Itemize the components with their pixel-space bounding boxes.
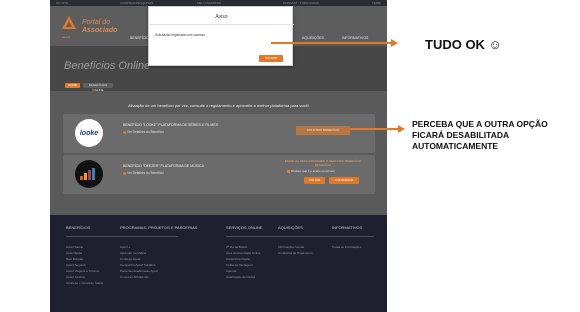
stage: NO SITE COMPRAS/PESQUISAS MEU CADASTRO P… — [0, 0, 580, 312]
footer-heading: PROGRAMAS, PROJETOS E PARCERIAS — [120, 225, 198, 230]
footer-divider — [278, 236, 336, 237]
plus-icon — [123, 171, 126, 175]
logo-text-line1: Portal do — [82, 19, 111, 26]
back-button[interactable]: VOLTAR — [304, 177, 325, 184]
request-benefit-button-disabled[interactable]: SOLICITAR BENEFÍCIO — [296, 126, 350, 135]
arrow-right-icon — [398, 125, 405, 133]
benefit-details-label: Ver Detalhes do Benefício — [127, 130, 164, 134]
footer-column-servicos: SERVIÇOS ONLINE 2ª Via de Boleto Área do… — [226, 225, 284, 280]
intro-text: Aliviação de um benefício por vez, consu… — [128, 103, 309, 108]
looke-logo: looke — [75, 119, 103, 147]
terms-label: Declaro que li e aceito os termos — [291, 169, 335, 173]
page-title: Benefícios Online — [64, 60, 151, 72]
arrow-right-icon — [391, 39, 398, 47]
footer-column-beneficios: BENEFÍCIOS Apcef Saúde Apcef Bolsa Bem E… — [66, 225, 124, 286]
footer-heading: INFORMATIVOS — [332, 225, 363, 230]
close-dialog-button[interactable]: FECHAR — [259, 55, 283, 62]
confirm-button[interactable]: CONFIRMAR — [329, 177, 359, 184]
footer-column-aquisicoes: AQUISIÇÕES Informações Gerais Condições … — [278, 225, 336, 256]
footer-column-programas: PROGRAMAS, PROJETOS E PARCERIAS Apcef + … — [120, 225, 197, 280]
dialog-divider — [149, 24, 294, 25]
footer-link[interactable]: Concurso APCEF-SC — [120, 274, 197, 280]
nav-item-aquisicoes[interactable]: AQUISIÇÕES — [302, 36, 324, 40]
footer-link[interactable]: Condições de Pagamento — [278, 250, 336, 256]
breadcrumb-home[interactable]: HOME — [65, 83, 80, 88]
annotation-arrow-line — [271, 42, 391, 44]
footer-heading: BENEFÍCIOS — [66, 225, 91, 230]
dialog-title: Aviso — [215, 14, 228, 20]
benefit-details-label: Ver Detalhes do Benefício — [127, 171, 164, 175]
benefit-details-link[interactable]: Ver Detalhes do Benefício — [123, 171, 164, 175]
benefit-title: BENEFÍCIO "LOOKE" PLATAFORMA DE SÉRIES E… — [123, 123, 218, 127]
annotation-ok-text: TUDO OK ☺ — [425, 37, 502, 52]
looke-logo-text: looke — [79, 129, 99, 137]
footer-heading: SERVIÇOS ONLINE — [226, 225, 263, 230]
footer-divider — [66, 236, 124, 237]
benefits-content: Aliviação de um benefício por vez, consu… — [50, 91, 387, 215]
logo-text-line2: Associado — [82, 27, 118, 34]
footer-link[interactable]: Atualização de Dados — [226, 274, 284, 280]
annotation-note-text: PERCEBA QUE A OUTRA OPÇÃO FICARÁ DESABIL… — [412, 119, 548, 151]
benefit-details-link[interactable]: Ver Detalhes do Benefício — [123, 130, 164, 134]
benefit-title: BENEFÍCIO "DEEZER" PLATAFORMA DE MÚSICA — [123, 164, 204, 168]
deezer-bars-icon — [80, 168, 95, 180]
footer-heading: AQUISIÇÕES — [278, 225, 303, 230]
site-footer: BENEFÍCIOS Apcef Saúde Apcef Bolsa Bem E… — [50, 215, 387, 312]
terms-checkbox-row[interactable]: Declaro que li e aceito os termos — [287, 169, 335, 173]
nav-item-informativos[interactable]: INFORMATIVOS — [342, 36, 368, 40]
choose-benefit-text: ESCOLHA PARA ESCOLHER O SEGUNDO BENEFÍCI… — [284, 159, 362, 167]
footer-divider — [332, 236, 374, 237]
checkbox-checked-icon[interactable] — [287, 169, 290, 173]
benefit-card-looke: looke BENEFÍCIO "LOOKE" PLATAFORMA DE SÉ… — [63, 114, 375, 153]
annotation-arrow-line — [350, 128, 398, 130]
footer-column-informativos: INFORMATIVOS Todas as Informações — [332, 225, 374, 250]
dialog-message: Solicitação registrada com sucesso — [155, 33, 205, 37]
footer-divider — [120, 236, 178, 237]
plus-icon — [123, 130, 126, 134]
logo-sub: apcef — [62, 35, 70, 39]
apcef-logo-icon[interactable] — [62, 16, 76, 32]
footer-divider — [226, 236, 284, 237]
notice-dialog: Aviso Solicitação registrada com sucesso… — [148, 6, 294, 66]
benefit-card-deezer: BENEFÍCIO "DEEZER" PLATAFORMA DE MÚSICA … — [63, 155, 375, 194]
footer-link[interactable]: Conheça o Convênio Saúde — [66, 280, 124, 286]
deezer-logo — [75, 160, 103, 188]
footer-link[interactable]: Todas as Informações — [332, 244, 374, 250]
breadcrumb-current: BENEFÍCIOS ONLINE — [83, 83, 113, 92]
